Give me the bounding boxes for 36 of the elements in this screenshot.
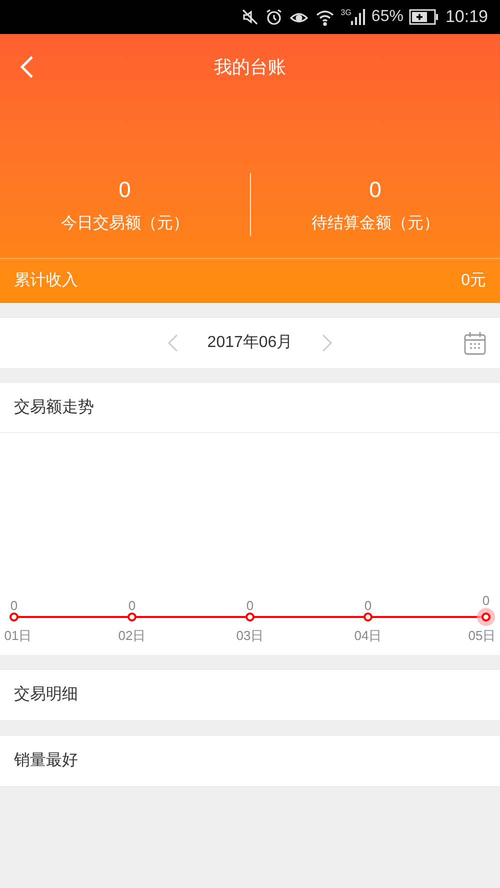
data-point[interactable] [128, 612, 136, 622]
mute-icon [240, 8, 259, 26]
data-point[interactable] [246, 612, 254, 622]
selected-data-point[interactable] [477, 608, 495, 626]
summary-value: 0 [369, 176, 382, 204]
day-label: 05日 [468, 628, 496, 643]
data-label: 0 [10, 598, 18, 613]
day-label: 04日 [354, 628, 382, 643]
day-label: 01日 [4, 628, 32, 643]
data-point[interactable] [10, 612, 18, 622]
chart-title: 交易额走势 [14, 398, 94, 418]
battery-percent: 65% [371, 7, 404, 27]
month-label: 2017年06月 [207, 333, 293, 353]
total-value: 0元 [461, 271, 486, 291]
data-label: 0 [482, 593, 490, 608]
clock: 10:19 [445, 6, 488, 28]
network-label: 3G [340, 9, 352, 17]
alarm-icon [264, 8, 283, 26]
total-label: 累计收入 [14, 270, 78, 291]
day-label: 02日 [118, 628, 146, 643]
battery-charging-icon [409, 9, 440, 25]
summary-label: 今日交易额（元） [60, 214, 189, 234]
summary-value: 0 [118, 176, 131, 204]
summary-label: 待结算金额（元） [311, 214, 440, 234]
signal-icon [351, 9, 366, 25]
data-point[interactable] [364, 612, 372, 622]
data-label: 0 [364, 598, 372, 613]
data-label: 0 [246, 598, 254, 613]
section-row[interactable]: 销量最好 [0, 736, 500, 786]
page-title: 我的台账 [214, 56, 286, 78]
wifi-icon [314, 8, 335, 26]
section-row[interactable]: 交易明细 [0, 670, 500, 720]
data-label: 0 [128, 598, 136, 613]
calendar-icon[interactable] [464, 331, 486, 355]
day-label: 03日 [236, 628, 264, 643]
back-icon[interactable] [20, 56, 34, 78]
